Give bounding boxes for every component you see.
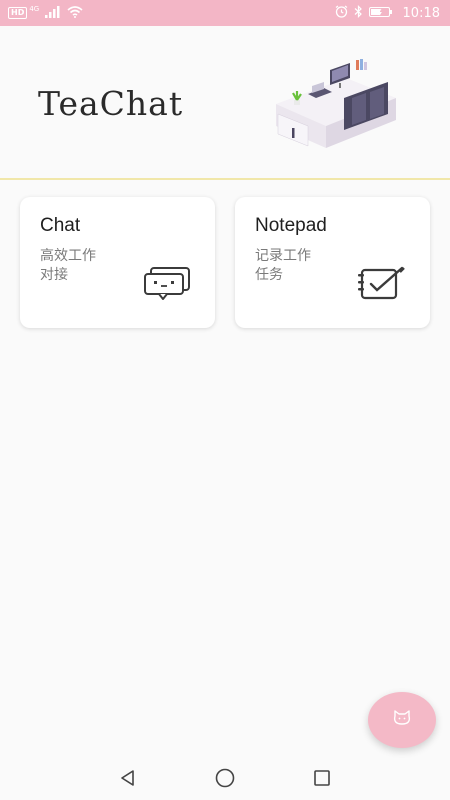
signal-icon: [45, 5, 61, 21]
home-button[interactable]: [205, 760, 245, 800]
chat-bubble-icon: [143, 266, 191, 306]
app-header: TeaChat: [0, 26, 450, 178]
notepad-card-description: 记录工作 任务: [255, 247, 311, 285]
chat-card-desc-line2: 对接: [40, 267, 68, 283]
recents-button[interactable]: [302, 760, 342, 800]
hd-badge: HD: [8, 7, 28, 19]
status-bar: HD 4G 10:18: [0, 0, 450, 26]
notepad-card-desc-line2: 任务: [255, 267, 283, 283]
battery-icon: [368, 6, 393, 21]
chat-card-title: Chat: [40, 215, 81, 236]
back-icon: [118, 768, 138, 792]
bluetooth-icon: [354, 5, 363, 21]
notepad-icon: [356, 266, 406, 306]
cat-face-icon: [392, 710, 412, 730]
notepad-card-title: Notepad: [255, 215, 327, 236]
chat-card-description: 高效工作 对接: [40, 247, 96, 285]
cat-fab-button[interactable]: [368, 692, 436, 748]
header-divider: [0, 178, 450, 180]
status-right: 10:18: [335, 5, 440, 21]
notepad-card[interactable]: Notepad 记录工作 任务: [235, 197, 430, 328]
chat-card-desc-line1: 高效工作: [40, 248, 96, 264]
status-left: HD 4G: [8, 5, 83, 21]
alarm-icon: [335, 5, 348, 21]
app-title: TeaChat: [38, 84, 184, 123]
office-desk-illustration: [268, 56, 403, 155]
system-nav-bar: [0, 760, 450, 800]
network-type: 4G: [29, 5, 40, 13]
recents-icon: [312, 768, 332, 792]
notepad-card-desc-line1: 记录工作: [255, 248, 311, 264]
status-time: 10:18: [402, 5, 440, 21]
chat-card[interactable]: Chat 高效工作 对接: [20, 197, 215, 328]
home-icon: [214, 767, 236, 793]
wifi-icon: [67, 5, 83, 21]
back-button[interactable]: [108, 760, 148, 800]
